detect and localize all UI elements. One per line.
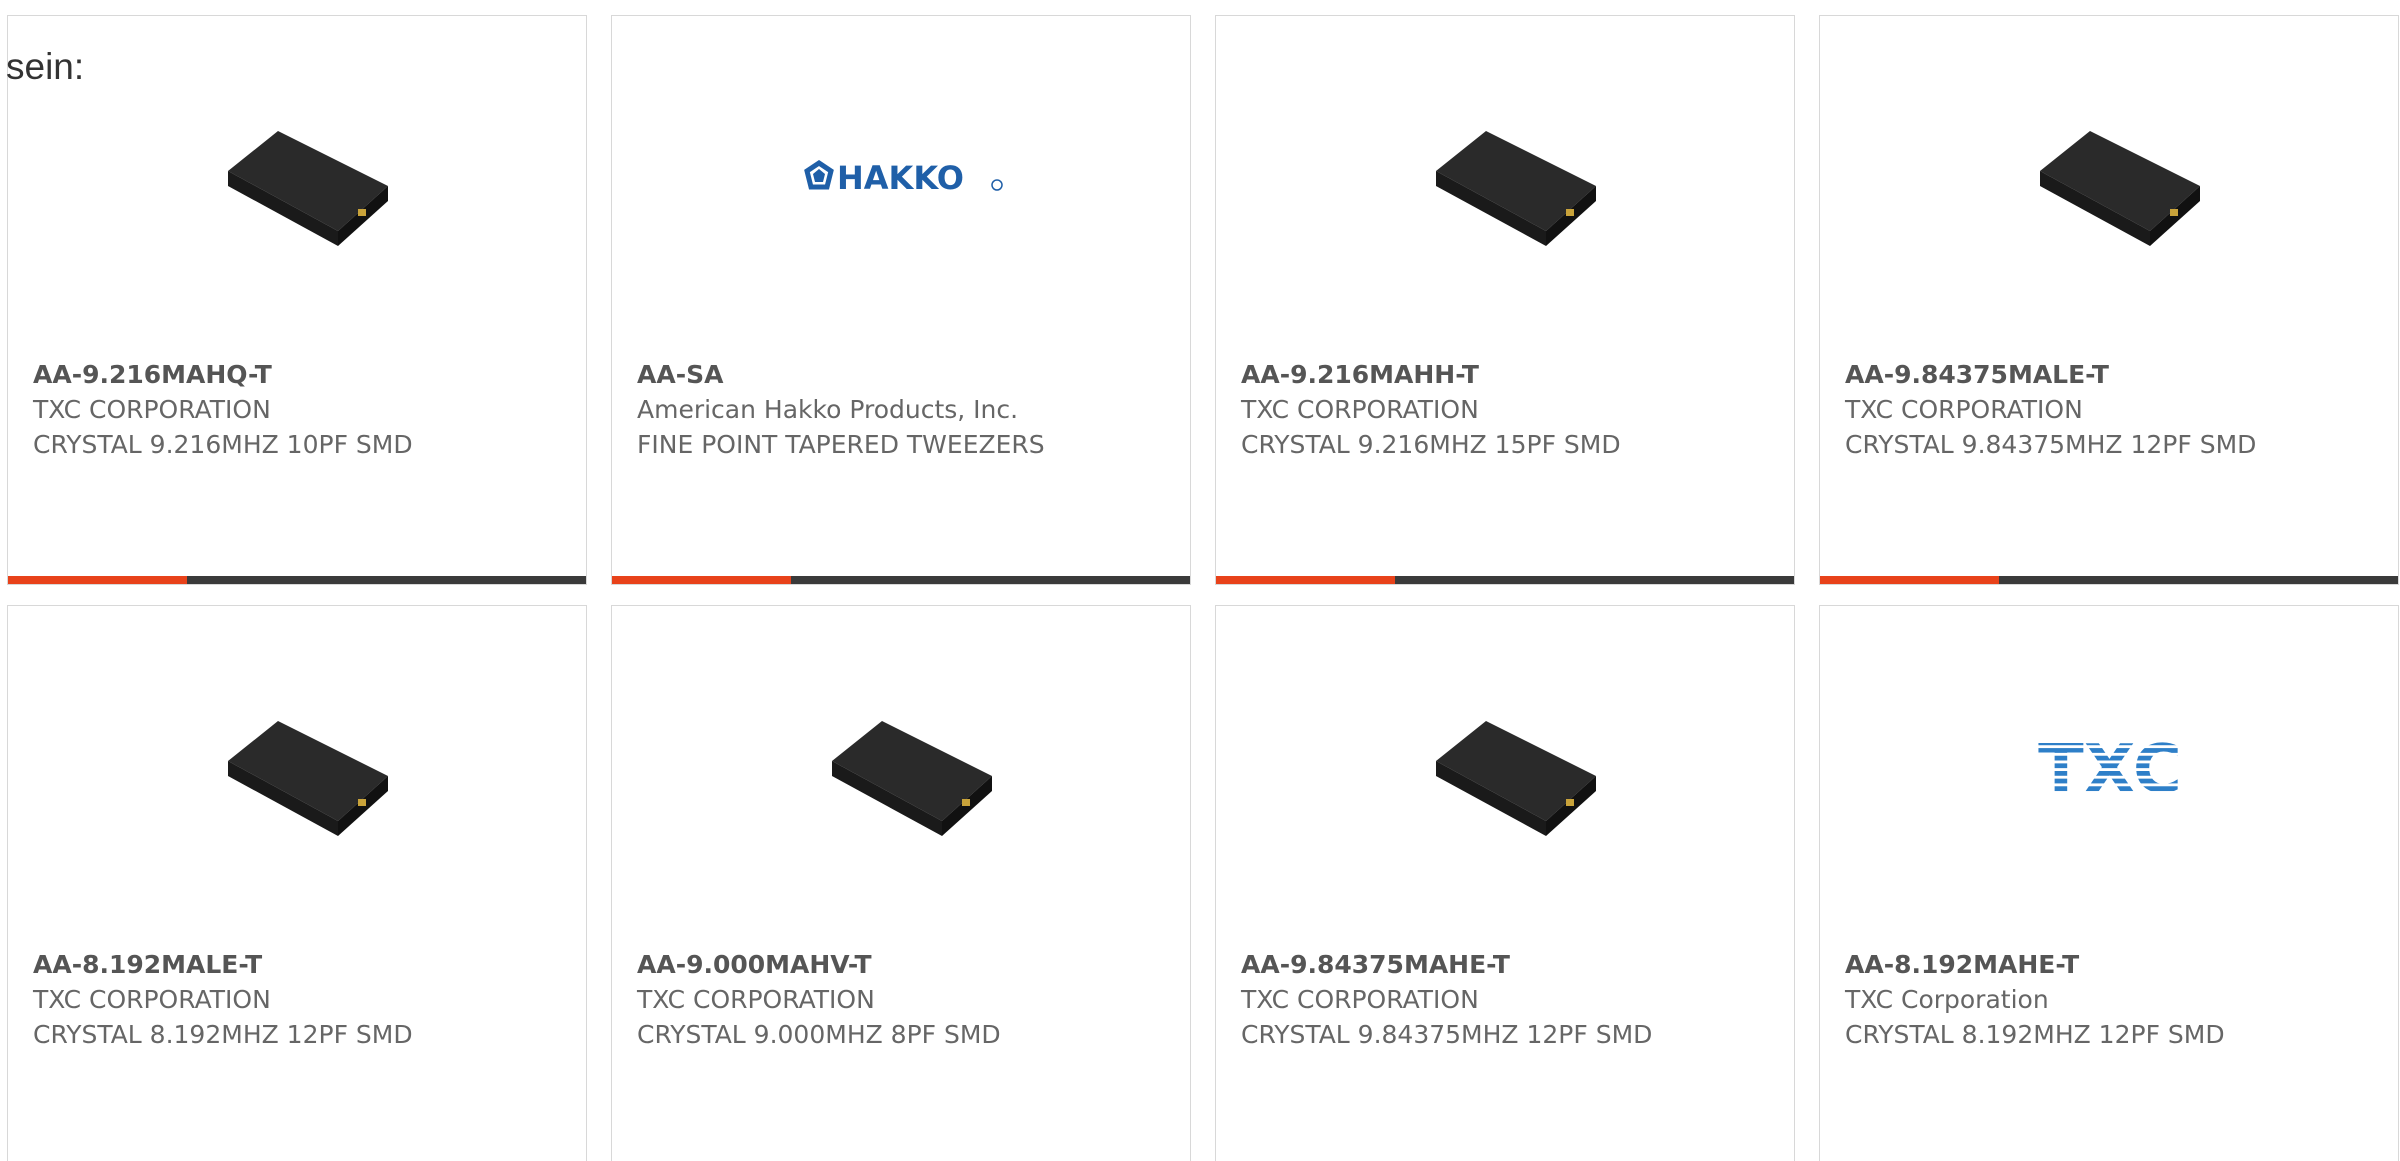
manufacturer: TXC CORPORATION <box>637 985 875 1014</box>
manufacturer: TXC CORPORATION <box>33 985 271 1014</box>
product-image <box>2005 81 2215 281</box>
manufacturer: TXC CORPORATION <box>1241 985 1479 1014</box>
product-text: AA-9.216MAHH-T TXC CORPORATION CRYSTAL 9… <box>1241 357 1621 462</box>
card-accent-bar <box>1820 576 2000 584</box>
product-card[interactable]: AA-9.000MAHV-T TXC CORPORATION CRYSTAL 9… <box>611 605 1191 1161</box>
crystal-chip-image <box>2040 131 2200 246</box>
part-number[interactable]: AA-8.192MALE-T <box>33 947 413 982</box>
product-image <box>193 81 403 281</box>
card-accent-bar <box>8 576 188 584</box>
product-text: AA-8.192MAHE-T TXC Corporation CRYSTAL 8… <box>1845 947 2225 1052</box>
manufacturer: TXC CORPORATION <box>1241 395 1479 424</box>
crystal-chip-image <box>228 721 388 836</box>
part-number[interactable]: AA-SA <box>637 357 1045 392</box>
product-text: AA-SA American Hakko Products, Inc. FINE… <box>637 357 1045 462</box>
product-text: AA-9.000MAHV-T TXC CORPORATION CRYSTAL 9… <box>637 947 1001 1052</box>
part-number[interactable]: AA-9.000MAHV-T <box>637 947 1001 982</box>
description: FINE POINT TAPERED TWEEZERS <box>637 430 1045 459</box>
product-text: AA-9.84375MAHE-T TXC CORPORATION CRYSTAL… <box>1241 947 1652 1052</box>
product-text: AA-8.192MALE-T TXC CORPORATION CRYSTAL 8… <box>33 947 413 1052</box>
product-image <box>797 671 1007 871</box>
part-number[interactable]: AA-9.84375MAHE-T <box>1241 947 1652 982</box>
product-card[interactable]: AA-9.216MAHQ-T TXC CORPORATION CRYSTAL 9… <box>7 15 587 585</box>
part-number[interactable]: AA-8.192MAHE-T <box>1845 947 2225 982</box>
card-accent-bar <box>1216 576 1396 584</box>
manufacturer: TXC CORPORATION <box>1845 395 2083 424</box>
description: CRYSTAL 9.000MHZ 8PF SMD <box>637 1020 1001 1049</box>
product-card[interactable]: AA-8.192MALE-T TXC CORPORATION CRYSTAL 8… <box>7 605 587 1161</box>
manufacturer: American Hakko Products, Inc. <box>637 395 1019 424</box>
description: CRYSTAL 9.216MHZ 10PF SMD <box>33 430 413 459</box>
description: CRYSTAL 9.216MHZ 15PF SMD <box>1241 430 1621 459</box>
card-accent-bar <box>612 576 792 584</box>
product-image <box>1401 671 1611 871</box>
txc-logo: TXC <box>2038 731 2182 808</box>
card-bottom-bar <box>612 576 1190 584</box>
product-text: AA-9.216MAHQ-T TXC CORPORATION CRYSTAL 9… <box>33 357 413 462</box>
product-card[interactable]: AA-9.216MAHH-T TXC CORPORATION CRYSTAL 9… <box>1215 15 1795 585</box>
product-text: AA-9.84375MALE-T TXC CORPORATION CRYSTAL… <box>1845 357 2256 462</box>
description: CRYSTAL 8.192MHZ 12PF SMD <box>33 1020 413 1049</box>
product-card[interactable]: AA-9.84375MAHE-T TXC CORPORATION CRYSTAL… <box>1215 605 1795 1161</box>
description: CRYSTAL 8.192MHZ 12PF SMD <box>1845 1020 2225 1049</box>
card-bottom-bar <box>1820 576 2398 584</box>
hakko-logo: HAKKO <box>804 159 1003 197</box>
product-card[interactable]: HAKKO AA-SA American Hakko Products, Inc… <box>611 15 1191 585</box>
part-number[interactable]: AA-9.216MAHQ-T <box>33 357 413 392</box>
product-image <box>193 671 403 871</box>
product-grid: AA-9.216MAHQ-T TXC CORPORATION CRYSTAL 9… <box>7 15 2399 585</box>
card-bottom-bar <box>8 576 586 584</box>
crystal-chip-image <box>228 131 388 246</box>
crystal-chip-image <box>1436 721 1596 836</box>
product-card[interactable]: TXC AA-8.192MAHE-T TXC Corporation CRYST… <box>1819 605 2399 1161</box>
manufacturer: TXC Corporation <box>1845 985 2049 1014</box>
txc-logo-text: TXC <box>2038 731 2182 808</box>
crystal-chip-image <box>832 721 992 836</box>
page: sein: AA-9.216MAHQ-T TXC CORPORATION CRY… <box>0 0 2400 1161</box>
description: CRYSTAL 9.84375MHZ 12PF SMD <box>1241 1020 1653 1049</box>
card-bottom-bar <box>1216 576 1794 584</box>
product-image: HAKKO <box>797 81 1007 281</box>
part-number[interactable]: AA-9.84375MALE-T <box>1845 357 2256 392</box>
crystal-chip-image <box>1436 131 1596 246</box>
product-image <box>1401 81 1611 281</box>
manufacturer: TXC CORPORATION <box>33 395 271 424</box>
product-image: TXC <box>2005 671 2215 871</box>
hakko-logo-text: HAKKO <box>837 159 964 197</box>
product-card[interactable]: AA-9.84375MALE-T TXC CORPORATION CRYSTAL… <box>1819 15 2399 585</box>
product-grid-row-2: AA-8.192MALE-T TXC CORPORATION CRYSTAL 8… <box>7 605 2399 1161</box>
part-number[interactable]: AA-9.216MAHH-T <box>1241 357 1621 392</box>
description: CRYSTAL 9.84375MHZ 12PF SMD <box>1845 430 2257 459</box>
intro-text: sein: <box>6 46 85 87</box>
